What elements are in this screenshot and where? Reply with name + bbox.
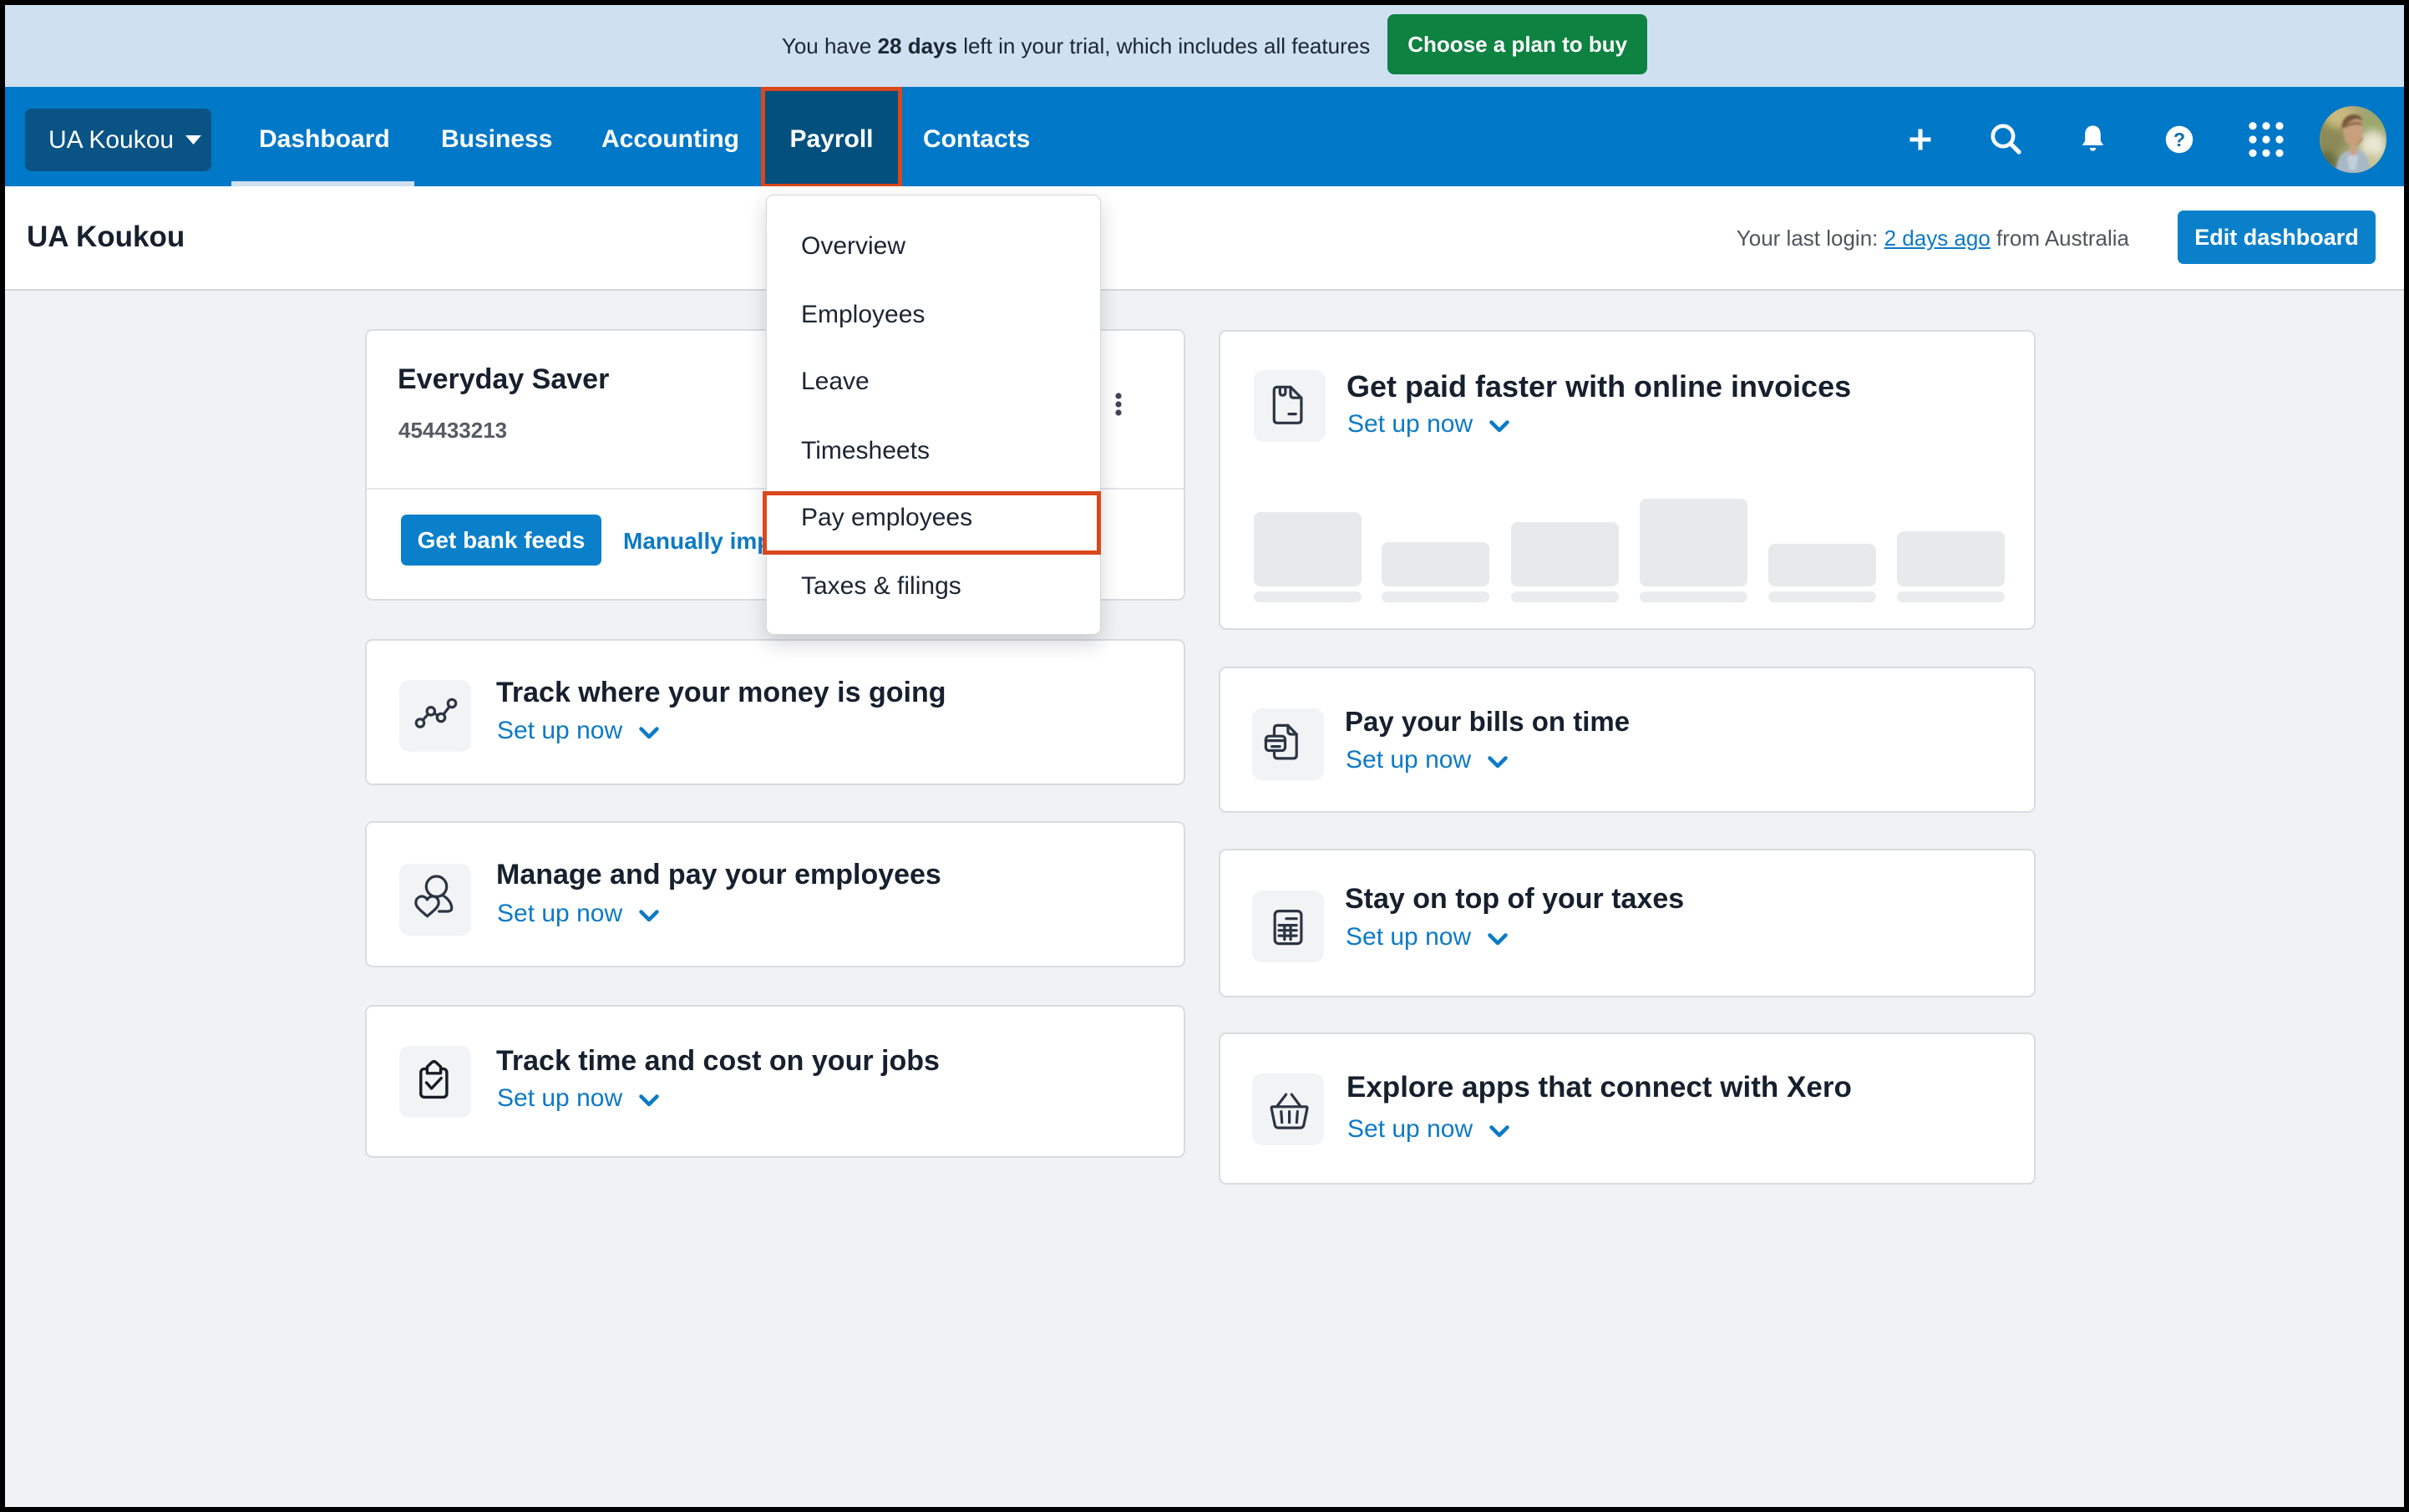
svg-text:?: ? (2173, 129, 2185, 150)
